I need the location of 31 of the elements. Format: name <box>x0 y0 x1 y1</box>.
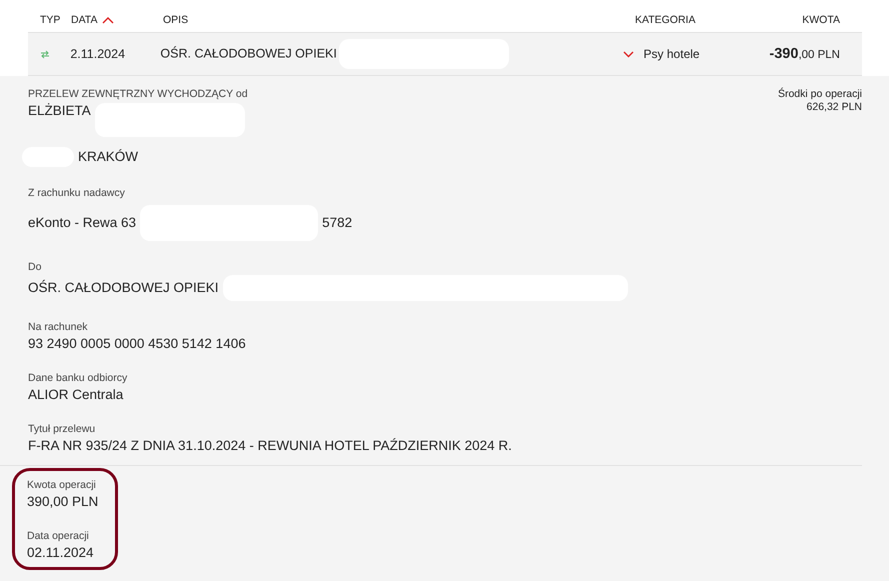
transfer-type-label: PRZELEW ZEWNĘTRZNY WYCHODZĄCY od <box>28 88 248 100</box>
field-value: 390,00 PLN <box>27 494 100 510</box>
field-label: Dane banku odbiorcy <box>28 372 128 384</box>
column-header[interactable]: KATEGORIA <box>635 14 696 26</box>
field-value: eKonto - Rewa 63 <box>28 215 136 231</box>
balance-label: Środki po operacji <box>778 88 862 101</box>
balance-value: 626,32 PLN <box>806 101 862 114</box>
column-header[interactable]: KWOTA <box>802 14 840 26</box>
sender-name: ELŻBIETA <box>28 103 91 119</box>
date-cell: 2.11.2024 <box>70 47 126 61</box>
amount-cell: -390,00 PLN <box>769 49 840 61</box>
sender-city: KRAKÓW <box>78 149 138 165</box>
field-value: 93 2490 0005 0000 4530 5142 1406 <box>28 336 247 352</box>
column-header[interactable]: TYP <box>40 14 60 26</box>
chevron-icon[interactable] <box>622 50 634 58</box>
column-header[interactable]: DATA <box>71 14 98 26</box>
field-label: Na rachunek <box>28 321 89 333</box>
field-value: 02.11.2024 <box>27 545 95 561</box>
transfer-icon <box>40 50 50 58</box>
account-suffix: 5782 <box>322 215 352 231</box>
field-label: Do <box>28 261 42 273</box>
category-label: Psy hotele <box>644 47 700 61</box>
column-header[interactable]: OPIS <box>163 14 188 26</box>
field-label: Z rachunku nadawcy <box>28 187 126 199</box>
field-label: Tytuł przelewu <box>28 423 96 435</box>
field-label: Data operacji <box>27 530 90 542</box>
field-value: OŚR. CAŁODOBOWEJ OPIEKI <box>28 280 219 296</box>
field-label: Kwota operacji <box>27 479 97 491</box>
description-cell: OŚR. CAŁODOBOWEJ OPIEKI <box>160 46 337 60</box>
field-value: F-RA NR 935/24 Z DNIA 31.10.2024 - REWUNIA HOTEL PAŹDZIERNIK 2024 R. <box>28 438 513 454</box>
field-value: ALIOR Centrala <box>28 387 124 403</box>
